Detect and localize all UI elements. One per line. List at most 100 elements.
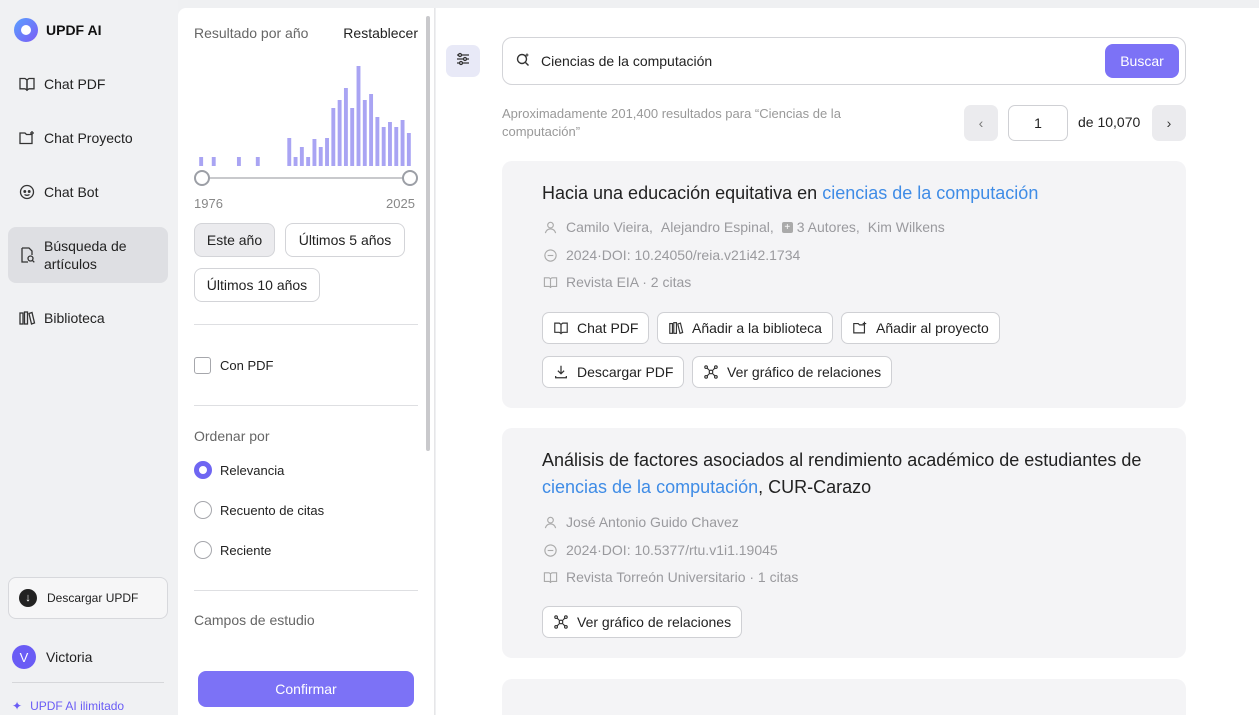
upgrade-label: UPDF AI ilimitado xyxy=(30,699,125,713)
journal-text: Revista EIA · 2 citas xyxy=(566,274,692,290)
relations-graph-button[interactable]: Ver gráfico de relaciones xyxy=(542,606,743,638)
title-highlight: ciencias de la computación xyxy=(822,183,1039,203)
year-range-max-handle[interactable] xyxy=(402,170,418,186)
bot-icon xyxy=(18,183,36,201)
filter-toggle-button[interactable] xyxy=(446,45,480,77)
result-authors: Camilo Vieira, Alejandro Espinal, + 3 Au… xyxy=(542,219,945,235)
title-text: , CUR-Carazo xyxy=(758,477,872,497)
sidebar-item-label: Chat PDF xyxy=(44,76,106,92)
book-open-icon xyxy=(542,569,558,585)
sidebar-item-chat-pdf[interactable]: Chat PDF xyxy=(8,64,168,104)
histogram-bar xyxy=(350,108,355,166)
button-label: Ver gráfico de relaciones xyxy=(727,364,882,380)
histogram-bar xyxy=(299,147,304,166)
sliders-icon xyxy=(455,51,471,72)
add-to-project-button[interactable]: Añadir al proyecto xyxy=(841,312,1000,344)
upgrade-link[interactable]: ✦ UPDF AI ilimitado xyxy=(12,699,124,713)
download-icon: ↓ xyxy=(19,589,37,607)
author-link[interactable]: José Antonio Guido Chavez xyxy=(566,514,739,530)
divider xyxy=(194,590,418,591)
result-journal: Revista EIA · 2 citas xyxy=(542,274,691,290)
sidebar-item-label: Chat Proyecto xyxy=(44,130,133,146)
app-logo[interactable]: UPDF AI xyxy=(14,18,101,42)
article-search-icon xyxy=(18,246,36,264)
reset-button[interactable]: Restablecer xyxy=(343,25,418,41)
pdf-label: Con PDF xyxy=(220,358,274,373)
add-to-library-button[interactable]: Añadir a la biblioteca xyxy=(657,312,833,344)
sidebar-item-biblioteca[interactable]: Biblioteca xyxy=(8,298,168,338)
sort-option-label: Recuento de citas xyxy=(220,503,325,518)
author-link[interactable]: Camilo Vieira, xyxy=(566,219,653,235)
journal-text: Revista Torreón Universitario · 1 citas xyxy=(566,569,799,585)
histogram-bar xyxy=(362,100,367,166)
chip-ultimos-10-anos[interactable]: Últimos 10 años xyxy=(194,268,320,302)
updf-logo-icon xyxy=(14,18,38,42)
download-pdf-button[interactable]: Descargar PDF xyxy=(542,356,685,388)
year-range-track[interactable] xyxy=(202,177,410,179)
sparkle-icon: ✦ xyxy=(12,699,23,713)
graph-icon xyxy=(554,615,568,629)
more-authors-label: 3 Autores, xyxy=(796,219,860,235)
sort-radio-reciente[interactable] xyxy=(194,541,212,559)
download-icon xyxy=(555,365,567,379)
sidebar-item-chat-bot[interactable]: Chat Bot xyxy=(8,172,168,212)
download-updf-button[interactable]: ↓ Descargar UPDF xyxy=(8,577,168,619)
histogram-bar xyxy=(211,157,216,166)
search-bar[interactable]: Ciencias de la computación Buscar xyxy=(502,37,1186,85)
search-button[interactable]: Buscar xyxy=(1105,44,1179,78)
histogram-bar xyxy=(287,138,292,166)
page-input[interactable]: 1 xyxy=(1008,105,1068,141)
person-icon xyxy=(542,219,558,235)
filter-panel: Resultado por año Restablecer 1976 2025 … xyxy=(178,8,435,715)
title-text: Hacia una educación equitativa en xyxy=(542,183,823,203)
user-profile[interactable]: V Victoria xyxy=(12,645,92,669)
scrollbar[interactable] xyxy=(426,16,430,451)
confirm-button[interactable]: Confirmar xyxy=(198,671,414,707)
year-range-min-handle[interactable] xyxy=(194,170,210,186)
sidebar: UPDF AI Chat PDF Chat Proyecto Chat Bot … xyxy=(0,0,178,715)
histogram-bar xyxy=(406,133,411,166)
sidebar-item-busqueda-articulos[interactable]: Búsqueda de artículos xyxy=(8,227,168,283)
histogram-bar xyxy=(381,127,386,166)
result-journal: Revista Torreón Universitario · 1 citas xyxy=(542,569,798,585)
avatar: V xyxy=(12,645,36,669)
histogram-bar xyxy=(343,88,348,166)
year-max-label: 2025 xyxy=(386,196,415,211)
author-link[interactable]: Alejandro Espinal, xyxy=(661,219,774,235)
histogram-bar xyxy=(312,139,317,166)
chat-pdf-button[interactable]: Chat PDF xyxy=(542,312,650,344)
histogram-bar xyxy=(400,120,405,166)
sort-radio-relevancia[interactable] xyxy=(194,461,212,479)
result-title[interactable]: Hacia una educación equitativa en cienci… xyxy=(542,180,1162,207)
button-label: Añadir a la biblioteca xyxy=(692,320,822,336)
library-icon xyxy=(18,309,36,327)
more-authors-toggle[interactable]: + 3 Autores, xyxy=(781,219,860,235)
year-min-label: 1976 xyxy=(194,196,223,211)
next-page-button[interactable]: › xyxy=(1152,105,1186,141)
page-total: de 10,070 xyxy=(1078,114,1141,130)
histogram-bar xyxy=(388,122,392,166)
prev-page-button[interactable]: ‹ xyxy=(964,105,998,141)
title-text: Análisis de factores asociados al rendim… xyxy=(542,450,1142,470)
histogram-bar xyxy=(306,157,311,166)
doi-text: 2024·DOI: 10.5377/rtu.v1i1.19045 xyxy=(566,542,778,558)
sort-radio-citas[interactable] xyxy=(194,501,212,519)
result-card: Hacia una educación equitativa en cienci… xyxy=(502,161,1186,408)
sort-heading: Ordenar por xyxy=(194,428,270,444)
histogram-bar xyxy=(325,138,329,166)
chip-ultimos-5-anos[interactable]: Últimos 5 años xyxy=(285,223,405,257)
button-label: Descargar PDF xyxy=(577,364,674,380)
fields-heading: Campos de estudio xyxy=(194,612,315,628)
clock-icon xyxy=(542,247,558,263)
sort-option-label: Reciente xyxy=(220,543,272,558)
search-input[interactable]: Ciencias de la computación xyxy=(541,53,712,69)
relations-graph-button[interactable]: Ver gráfico de relaciones xyxy=(692,356,893,388)
pdf-checkbox[interactable] xyxy=(194,357,211,374)
result-title[interactable]: Análisis de factores asociados al rendim… xyxy=(542,447,1162,501)
histogram-bar xyxy=(375,117,380,166)
author-link[interactable]: Kim Wilkens xyxy=(868,219,945,235)
doi-text: 2024·DOI: 10.24050/reia.v21i42.1734 xyxy=(566,247,801,263)
chip-este-ano[interactable]: Este año xyxy=(194,223,275,257)
chevron-right-icon: › xyxy=(1166,115,1172,131)
sidebar-item-chat-proyecto[interactable]: Chat Proyecto xyxy=(8,118,168,158)
